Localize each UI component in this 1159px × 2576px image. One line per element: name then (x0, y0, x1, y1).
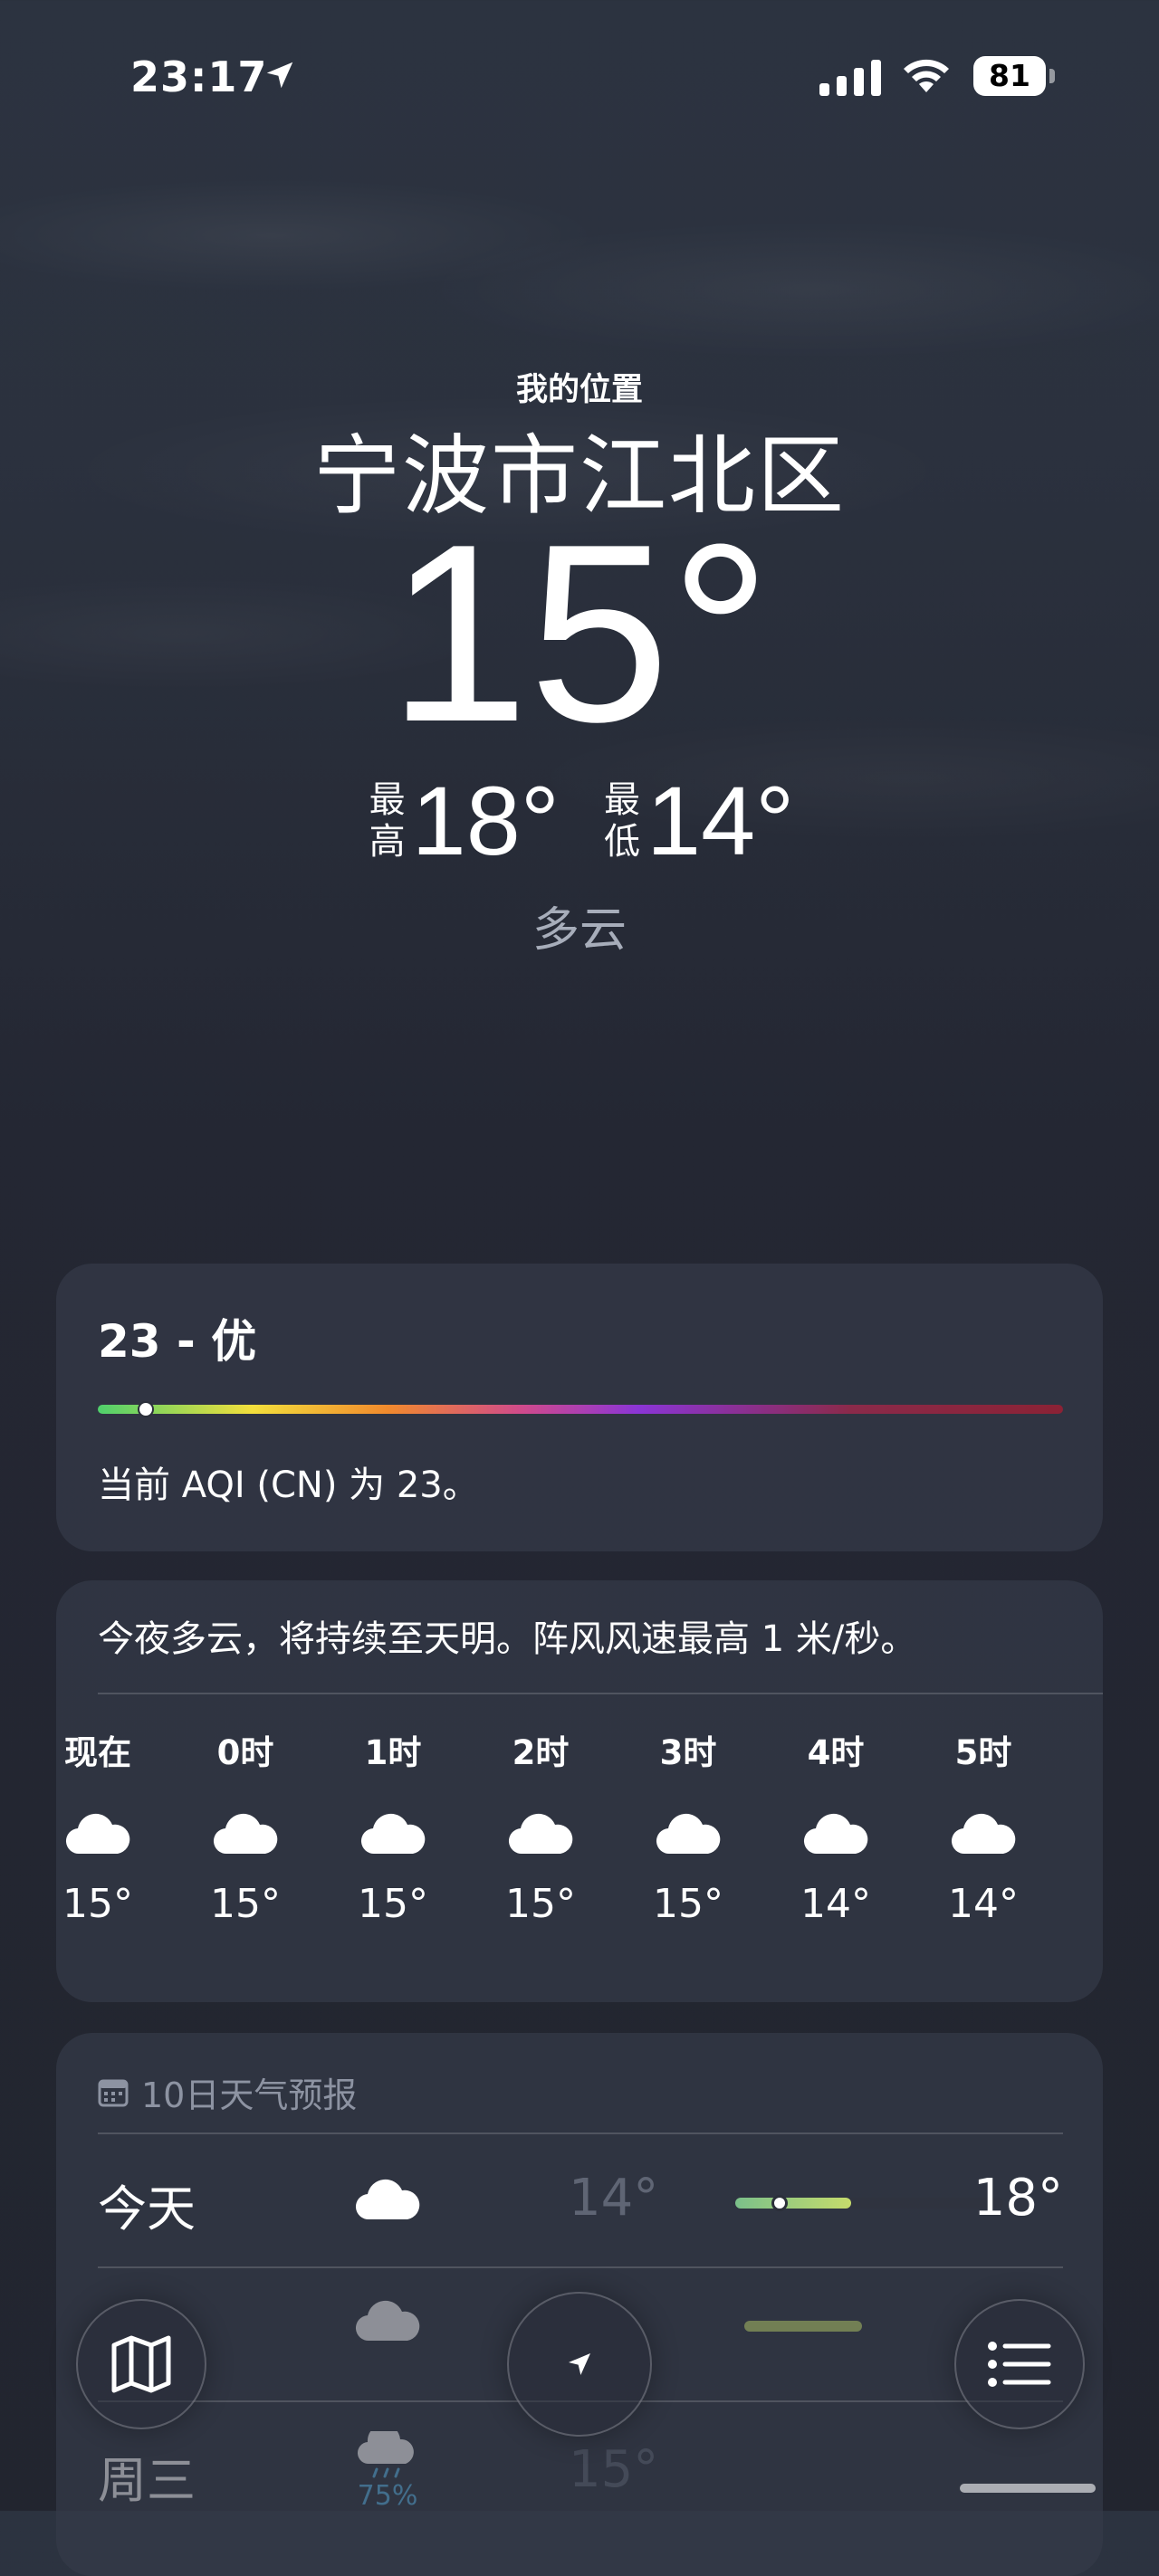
day-low-temperature: 14° (569, 2169, 659, 2228)
hour-temperature: 15° (62, 1881, 133, 1927)
hour-label: 0时 (216, 1733, 274, 1772)
low-temperature: 14° (647, 766, 795, 875)
aqi-scale-bar (98, 1401, 1063, 1417)
cloud-icon (803, 1813, 868, 1855)
wifi-icon (904, 59, 949, 92)
hour-item: 0时 15° (191, 1725, 300, 1927)
location-services-icon (266, 62, 293, 89)
hour-item: 5时 14° (929, 1725, 1038, 1927)
current-temperature: 15° (388, 492, 771, 775)
day-high-temperature: 18° (972, 2169, 1063, 2228)
battery-icon: 81 (973, 56, 1057, 96)
high-low-temperatures: 最高 18° 最低 14° (0, 771, 1159, 871)
day-name: 周三 (98, 2452, 196, 2509)
map-button[interactable] (76, 2299, 206, 2429)
cloud-icon (213, 1813, 278, 1855)
map-icon (111, 2335, 171, 2393)
ten-day-header: 10日天气预报 (98, 2067, 357, 2117)
hour-item: 1时 15° (339, 1725, 447, 1927)
day-low-temperature: 15° (569, 2440, 659, 2499)
ten-day-title: 10日天气预报 (141, 2075, 358, 2115)
cloud-icon (65, 1813, 130, 1855)
aqi-value: 23 - 优 (98, 1315, 257, 1368)
status-time: 23:17 (130, 52, 268, 101)
hour-label: 4时 (807, 1733, 865, 1772)
precipitation-chance: 75% (357, 2480, 418, 2512)
hour-item: 现在 15° (43, 1725, 152, 1927)
high-label: 最高 (369, 779, 406, 863)
hour-temperature: 15° (358, 1881, 428, 1927)
locations-list-button[interactable] (954, 2299, 1085, 2429)
cloud-icon (360, 1813, 426, 1855)
hour-temperature: 15° (653, 1881, 723, 1927)
current-location-button[interactable] (507, 2292, 652, 2437)
cloud-icon (656, 1813, 721, 1855)
divider (98, 1693, 1103, 1694)
hour-label: 2时 (512, 1733, 570, 1772)
weather-condition: 多云 (532, 903, 627, 958)
hour-label: 1时 (364, 1733, 422, 1772)
low-label: 最低 (604, 779, 640, 863)
cellular-signal-icon (819, 60, 881, 96)
home-indicator (960, 2484, 1096, 2493)
location-arrow-icon (569, 2353, 590, 2375)
hour-temperature: 15° (210, 1881, 281, 1927)
air-quality-card[interactable]: 23 - 优 当前 AQI (CN) 为 23。 (56, 1264, 1103, 1551)
list-icon (988, 2342, 1051, 2387)
hour-label: 现在 (64, 1733, 131, 1772)
hour-item: 3时 15° (634, 1725, 742, 1927)
hourly-forecast-card[interactable]: 今夜多云，将持续至天明。阵风风速最高 1 米/秒。 现在 15° 0时 15° 1时 15… (56, 1580, 1103, 2002)
hour-temperature: 14° (800, 1881, 871, 1927)
calendar-icon (98, 2079, 129, 2106)
aqi-description: 当前 AQI (CN) 为 23。 (98, 1465, 479, 1506)
location-subtitle: 我的位置 (515, 372, 643, 408)
temperature-range-bar (735, 2195, 1003, 2211)
hour-label: 3时 (659, 1733, 717, 1772)
forecast-day-row[interactable]: 今天 14° 18° (98, 2134, 1063, 2266)
status-bar: 23:17 81 (0, 52, 1159, 107)
battery-level: 81 (973, 56, 1046, 96)
hour-item: 4时 14° (781, 1725, 890, 1927)
hour-label: 5时 (954, 1733, 1012, 1772)
hour-temperature: 15° (505, 1881, 576, 1927)
cloud-icon (951, 1813, 1016, 1855)
current-temp-marker (771, 2195, 788, 2211)
aqi-indicator (138, 1401, 155, 1417)
forecast-summary: 今夜多云，将持续至天明。阵风风速最高 1 米/秒。 (98, 1618, 917, 1660)
high-temperature: 18° (411, 766, 560, 875)
bottom-toolbar (0, 2281, 1159, 2444)
hour-temperature: 14° (948, 1881, 1019, 1927)
hour-item: 2时 15° (486, 1725, 595, 1927)
day-name: 今天 (98, 2180, 196, 2237)
cloud-icon (508, 1813, 573, 1855)
cloud-icon (355, 2179, 420, 2220)
